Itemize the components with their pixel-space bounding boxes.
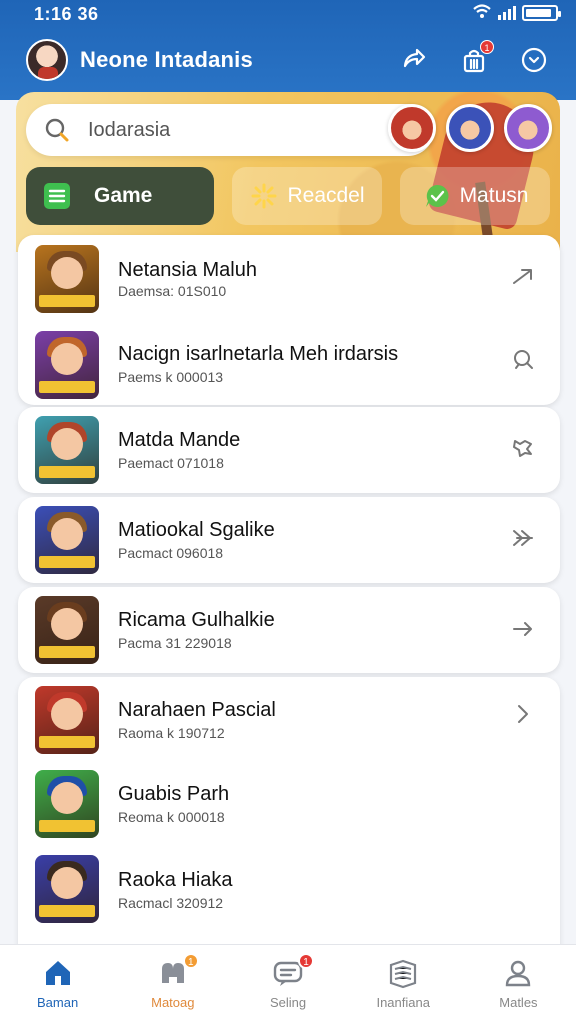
game-title: Guabis Parh <box>118 783 230 805</box>
book-icon <box>390 959 417 989</box>
game-title: Nacign isarlnetarla Meh irdarsis <box>118 343 399 365</box>
home-icon <box>45 961 70 985</box>
sparkle-icon <box>249 181 279 211</box>
game-subtitle: Racmacl 320912 <box>118 895 224 911</box>
game-thumbnail <box>35 331 99 399</box>
open-button[interactable] <box>508 261 538 291</box>
game-title: Ricama Gulhalkie <box>118 609 275 631</box>
tab-label: Reacdel <box>287 184 365 207</box>
friend-avatar[interactable] <box>446 104 494 152</box>
game-title: Matiookal Sgalike <box>118 519 275 541</box>
game-thumbnail <box>35 855 99 923</box>
game-subtitle: Raoma k 190712 <box>118 725 225 741</box>
wifi-icon <box>472 3 492 23</box>
game-subtitle: Pacmact 096018 <box>118 545 224 561</box>
tab-label: Matusn <box>459 184 529 207</box>
signal-icon <box>498 6 516 20</box>
game-thumbnail <box>35 416 99 484</box>
header-actions: 1 <box>398 40 550 76</box>
game-thumbnail <box>35 596 99 664</box>
list-item[interactable]: Nacign isarlnetarla Meh irdarsis Paems k… <box>18 321 560 407</box>
open-button[interactable] <box>508 699 538 729</box>
settings-icon <box>513 440 532 457</box>
game-subtitle: Reoma k 000018 <box>118 809 225 825</box>
search-icon <box>45 118 69 142</box>
tab-matusn[interactable]: Matusn <box>400 167 550 225</box>
menu-icon <box>42 181 72 211</box>
header: Neone Intadanis <box>26 38 253 82</box>
nav-badge: 1 <box>298 953 314 969</box>
game-title: Raoka Hiaka <box>118 869 233 891</box>
game-title: Matda Mande <box>118 429 241 451</box>
double-chevron-icon <box>513 530 533 546</box>
game-thumbnail <box>35 770 99 838</box>
list-item[interactable]: Netansia Maluh Daemsa: 01S010 <box>18 235 560 321</box>
game-thumbnail <box>35 686 99 754</box>
nav-home[interactable]: Baman <box>0 945 115 1024</box>
bottom-navigation: Baman 1 Matoag 1 Seling Inanfiana Matles <box>0 944 576 1024</box>
category-tabs: Game Reacdel Matusn <box>26 167 550 225</box>
nav-messages[interactable]: 1 Seling <box>230 945 345 1024</box>
status-bar: 1:16 36 <box>0 0 576 28</box>
friend-avatar[interactable] <box>504 104 552 152</box>
arrow-right-icon <box>513 622 532 636</box>
menu-button[interactable] <box>518 44 550 76</box>
list-item[interactable]: Guabis Parh Reoma k 000018 <box>18 763 560 849</box>
share-icon <box>403 48 426 68</box>
list-item[interactable]: Raoka Hiaka Racmacl 320912 <box>18 849 560 935</box>
nav-label: Inanfiana <box>376 995 430 1010</box>
search-icon <box>514 350 533 369</box>
app-bar: 1:16 36 Neone Intadanis 1 <box>0 0 576 100</box>
store-button[interactable]: 1 <box>458 40 494 76</box>
app-title: Neone Intadanis <box>80 47 253 72</box>
friends-avatars <box>388 104 552 152</box>
nav-label: Seling <box>269 995 307 1010</box>
game-subtitle: Daemsa: 01S010 <box>118 283 227 299</box>
nav-label: Baman <box>37 995 79 1010</box>
nav-label: Matoag <box>151 995 195 1010</box>
game-thumbnail <box>35 245 99 313</box>
nav-games[interactable]: 1 Matoag <box>115 945 230 1024</box>
chat-icon <box>422 181 452 211</box>
chevron-right-icon <box>518 705 528 723</box>
nav-badge: 1 <box>182 953 199 969</box>
status-time: 1:16 36 <box>34 4 99 24</box>
battery-icon <box>522 5 561 21</box>
nav-label: Matles <box>499 995 538 1010</box>
status-icons <box>472 3 561 23</box>
search-input[interactable] <box>88 118 338 142</box>
friend-avatar[interactable] <box>388 104 436 152</box>
game-subtitle: Pacma 31 229018 <box>118 635 232 651</box>
list-item[interactable]: Matda Mande Paemact 071018 <box>18 407 560 493</box>
tab-game[interactable]: Game <box>26 167 214 225</box>
game-subtitle: Paemact 071018 <box>118 455 224 471</box>
game-subtitle: Paems k 000013 <box>118 369 224 385</box>
tab-reacdel[interactable]: Reacdel <box>232 167 382 225</box>
game-title: Netansia Maluh <box>118 259 257 281</box>
tab-label: Game <box>94 184 153 207</box>
nav-library[interactable]: Inanfiana <box>346 945 461 1024</box>
avatar[interactable] <box>26 39 68 81</box>
settings-button[interactable] <box>508 433 538 463</box>
list-item[interactable]: Matiookal Sgalike Pacmact 096018 <box>18 497 560 583</box>
game-thumbnail <box>35 506 99 574</box>
profile-icon <box>506 960 531 987</box>
store-badge: 1 <box>480 40 494 54</box>
search-bar[interactable] <box>26 104 434 156</box>
game-title: Narahaen Pascial <box>118 699 276 721</box>
open-button[interactable] <box>508 613 538 643</box>
search-button[interactable] <box>508 345 538 375</box>
list-item[interactable]: Narahaen Pascial Raoma k 190712 <box>18 677 560 763</box>
arrow-right-icon <box>513 269 532 284</box>
share-button[interactable] <box>398 44 430 76</box>
nav-profile[interactable]: Matles <box>461 945 576 1024</box>
chevron-circle-icon <box>521 47 547 73</box>
open-button[interactable] <box>508 523 538 553</box>
list-item[interactable]: Ricama Gulhalkie Pacma 31 229018 <box>18 587 560 673</box>
